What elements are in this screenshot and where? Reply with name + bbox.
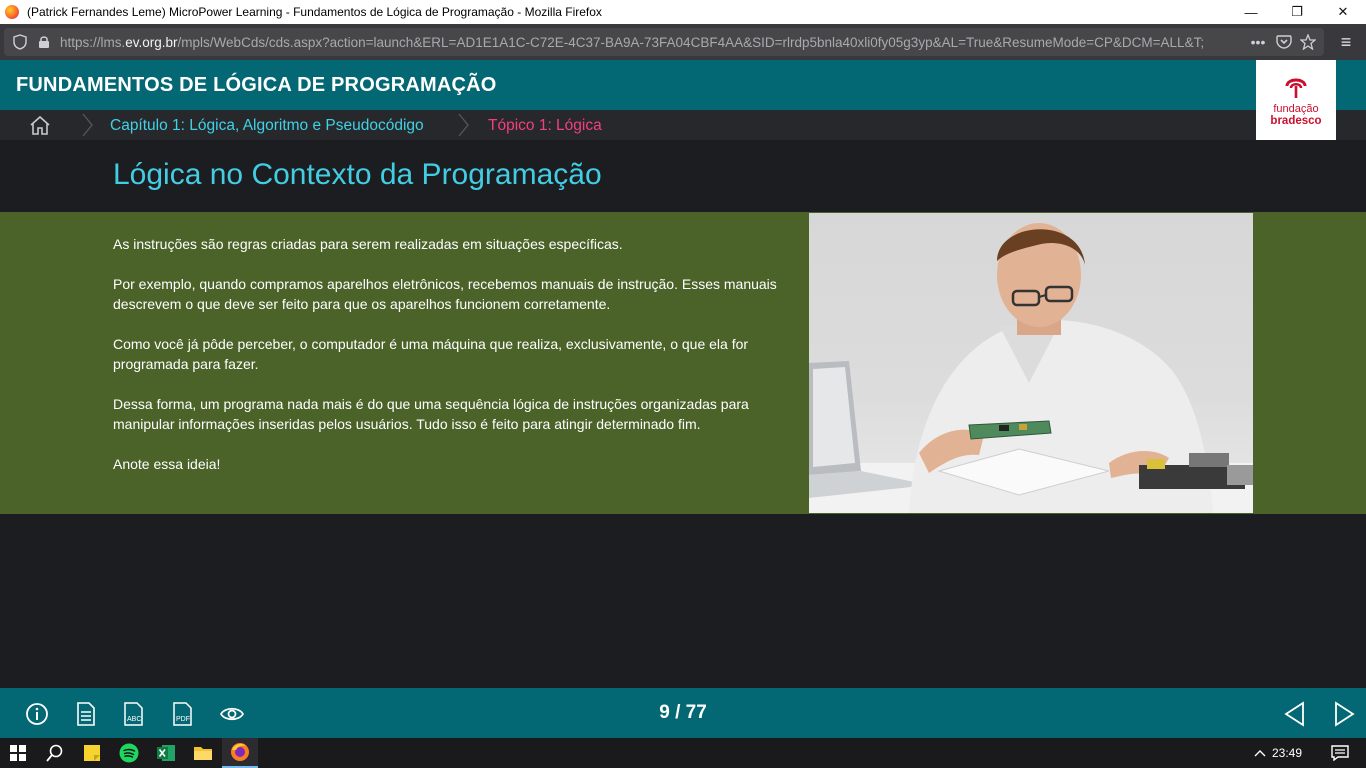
show-hidden-icons-chevron-icon[interactable]	[1250, 738, 1270, 768]
breadcrumb-separator-icon	[82, 113, 93, 137]
file-explorer-icon[interactable]	[185, 738, 221, 768]
course-title: FUNDAMENTOS DE LÓGICA DE PROGRAMAÇÃO	[16, 74, 497, 96]
search-icon[interactable]	[37, 738, 73, 768]
firefox-taskbar-icon[interactable]	[222, 738, 258, 768]
fundacao-bradesco-logo: fundação bradesco	[1256, 60, 1336, 140]
firefox-logo-icon	[5, 5, 19, 19]
page-title: Lógica no Contexto da Programação	[113, 158, 602, 191]
home-icon[interactable]	[28, 114, 52, 136]
lesson-content: As instruções são regras criadas para se…	[0, 212, 1366, 514]
lock-icon[interactable]	[32, 30, 56, 54]
brand-line-2: bradesco	[1270, 114, 1322, 127]
lesson-photo	[809, 213, 1253, 513]
windows-taskbar: 23:49	[0, 738, 1366, 768]
url-text[interactable]: https://lms.ev.org.br/mpls/WebCds/cds.as…	[60, 35, 1244, 50]
window-title: (Patrick Fernandes Leme) MicroPower Lear…	[27, 5, 602, 19]
lesson-paragraph: Por exemplo, quando compramos aparelhos …	[113, 276, 777, 312]
eye-icon[interactable]	[219, 701, 245, 727]
spotify-icon[interactable]	[111, 738, 147, 768]
lesson-paragraph: As instruções são regras criadas para se…	[113, 236, 623, 252]
lesson-paragraph: Como você já pôde perceber, o computador…	[113, 336, 749, 372]
bookmark-star-icon[interactable]	[1296, 30, 1320, 54]
previous-page-icon[interactable]	[1281, 700, 1309, 728]
taskbar-clock[interactable]: 23:49	[1272, 746, 1302, 760]
document-icon[interactable]	[73, 701, 99, 727]
pdf-icon[interactable]: PDF	[170, 701, 196, 727]
hamburger-menu-icon[interactable]: ≡	[1334, 30, 1358, 54]
url-bar[interactable]: https://lms.ev.org.br/mpls/WebCds/cds.as…	[4, 28, 1324, 56]
svg-text:ABC: ABC	[127, 716, 141, 723]
windows-start-icon[interactable]	[0, 738, 36, 768]
page-actions-icon[interactable]: •••	[1244, 30, 1272, 54]
pocket-icon[interactable]	[1272, 30, 1296, 54]
sticky-notes-icon[interactable]	[74, 738, 110, 768]
breadcrumb-topic[interactable]: Tópico 1: Lógica	[488, 117, 602, 135]
breadcrumb: Capítulo 1: Lógica, Algoritmo e Pseudocó…	[0, 110, 1366, 140]
close-button[interactable]: ✕	[1320, 0, 1366, 24]
course-toolbar: ABC PDF 9 / 77	[0, 688, 1366, 738]
notifications-icon[interactable]	[1322, 738, 1358, 768]
course-header: FUNDAMENTOS DE LÓGICA DE PROGRAMAÇÃO	[0, 60, 1366, 110]
browser-title-bar: (Patrick Fernandes Leme) MicroPower Lear…	[0, 0, 1366, 24]
man-with-circuit-board-illustration	[809, 223, 1253, 513]
restore-button[interactable]: ❐	[1274, 0, 1320, 24]
brand-line-1: fundação	[1273, 102, 1319, 115]
next-page-icon[interactable]	[1330, 700, 1358, 728]
glossary-icon[interactable]: ABC	[121, 701, 147, 727]
bradesco-tree-icon	[1285, 78, 1307, 98]
page-counter: 9 / 77	[659, 702, 707, 723]
lesson-text: As instruções são regras criadas para se…	[113, 234, 789, 494]
svg-text:PDF: PDF	[176, 716, 190, 723]
minimize-button[interactable]: —	[1228, 0, 1274, 24]
browser-nav-bar: https://lms.ev.org.br/mpls/WebCds/cds.as…	[0, 24, 1366, 60]
lesson-paragraph: Dessa forma, um programa nada mais é do …	[113, 396, 749, 432]
breadcrumb-chapter[interactable]: Capítulo 1: Lógica, Algoritmo e Pseudocó…	[110, 117, 424, 135]
shield-icon[interactable]	[8, 30, 32, 54]
lesson-paragraph: Anote essa ideia!	[113, 456, 221, 472]
info-icon[interactable]	[24, 701, 50, 727]
excel-icon[interactable]	[148, 738, 184, 768]
breadcrumb-separator-icon	[458, 113, 469, 137]
